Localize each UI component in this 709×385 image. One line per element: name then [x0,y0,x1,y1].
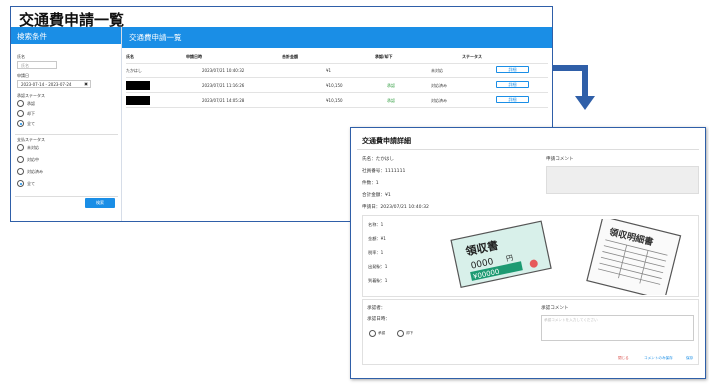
approval-radio[interactable] [397,330,404,337]
detail-button[interactable]: 詳細 [496,96,529,103]
approver-label: 承認者： [367,306,386,311]
item-count: 件数：1 [362,181,379,186]
total-amount: 合計金額：¥1 [362,193,391,198]
footer-link[interactable]: 保存 [686,356,693,361]
approval-status: 承認 [387,98,395,103]
applied-datetime: 2023/07/21 11:16:26 [202,83,245,88]
employee-number: 社員番号：1111111 [362,169,406,174]
column-header: 申請日時 [186,54,202,59]
payment-status: 対応済み [431,83,447,88]
search-panel-header: 検索条件 [11,27,121,44]
divider [15,196,118,197]
detail-button[interactable]: 詳細 [496,81,529,88]
payment-radio-label: 全て [27,181,35,186]
receipt-illustration-icon: 領収書 0000 円 ¥00000 領収明細書 [450,219,682,295]
receipt-card: 名称：1 金額：¥1 税率：1 出発駅：1 到着駅：1 領収書 0000 円 ¥0000… [362,215,699,297]
redacted-name [126,96,150,105]
approved-at-label: 承認日時： [367,317,390,322]
date-label: 申請日 [17,73,29,78]
footer-link[interactable]: 閉じる [618,356,629,361]
payment-status-label: 支払ステータス [17,137,45,142]
receipt-field: 税率：1 [368,250,384,255]
applied-date: 申請日：2023/07/21 10:40:32 [362,205,429,210]
payment-radio-label: 未対応 [27,145,39,150]
receipt-field: 到着駅：1 [368,278,388,283]
approval-comment-textarea[interactable]: 承認コメントを入力してください [541,315,694,341]
search-panel: 検索条件 氏名 氏名 申請日 2023-07-14 - 2023-07-24 ▣… [11,27,122,221]
date-range-input[interactable]: 2023-07-14 - 2023-07-24 ▣ [17,80,91,88]
payment-status: 対応済み [431,98,447,103]
divider [15,134,118,135]
divider [126,107,548,108]
approval-radio[interactable] [17,100,24,107]
date-range-value: 2023-07-14 - 2023-07-24 [21,82,72,87]
payment-status: 未対応 [431,68,443,73]
divider [126,63,548,64]
total-amount: ¥1 [326,68,332,73]
footer-link[interactable]: コメントのみ保存 [644,356,673,361]
approval-status-label: 承認ステータス [17,93,45,98]
approval-radio-label: 全て [27,121,35,126]
arrow-down-right-icon [553,65,595,110]
payment-radio-label: 対応中 [27,157,39,162]
approval-comment-label: 承認コメント [541,306,569,311]
divider [126,77,548,78]
column-header: ステータス [462,54,482,59]
payment-radio[interactable] [17,168,24,175]
table-panel-header: 交通費申請一覧 [122,27,552,48]
receipt-field: 出発駅：1 [368,264,388,269]
approval-radio[interactable] [17,120,24,127]
detail-window-title: 交通費申請詳細 [362,137,411,145]
payment-radio-label: 対応済み [27,169,43,174]
approval-radio-label: 却下 [406,331,414,335]
approval-card: 承認者： 承認日時： 承認 却下 承認コメント 承認コメントを入力してください 閉… [362,299,699,365]
payment-radio[interactable] [17,144,24,151]
name-label: 氏名 [17,54,25,59]
column-header: 氏名 [126,54,134,59]
divider [357,149,699,150]
total-amount: ¥10,150 [326,98,343,103]
approval-status: 承認 [387,83,395,88]
name-input[interactable]: 氏名 [17,61,57,69]
request-comment-label: 申請コメント [546,157,574,162]
request-comment-box [546,166,699,194]
approval-radio[interactable] [369,330,376,337]
approval-radio-label: 承認 [378,331,386,335]
applicant-name: たかはし [126,68,142,73]
applied-datetime: 2023/07/21 10:40:32 [202,68,245,73]
detail-window: 交通費申請詳細 氏名：たかはし 社員番号：1111111 件数：1 合計金額：¥… [350,127,706,379]
approval-radio-label: 却下 [27,111,35,116]
divider [126,92,548,93]
redacted-name [126,81,150,90]
applied-datetime: 2023/07/21 14:05:28 [202,98,245,103]
receipt-field: 名称：1 [368,222,384,227]
search-button[interactable]: 検索 [85,198,115,208]
column-header: 合計金額 [282,54,298,59]
detail-button[interactable]: 詳細 [496,66,529,73]
approval-radio-label: 承認 [27,101,35,106]
calendar-icon: ▣ [84,81,88,86]
payment-radio[interactable] [17,156,24,163]
total-amount: ¥10,150 [326,83,343,88]
column-header: 承認/却下 [375,54,393,59]
receipt-field: 金額：¥1 [368,236,386,241]
approval-radio[interactable] [17,110,24,117]
applicant-name: 氏名：たかはし [362,157,394,162]
payment-radio[interactable] [17,180,24,187]
